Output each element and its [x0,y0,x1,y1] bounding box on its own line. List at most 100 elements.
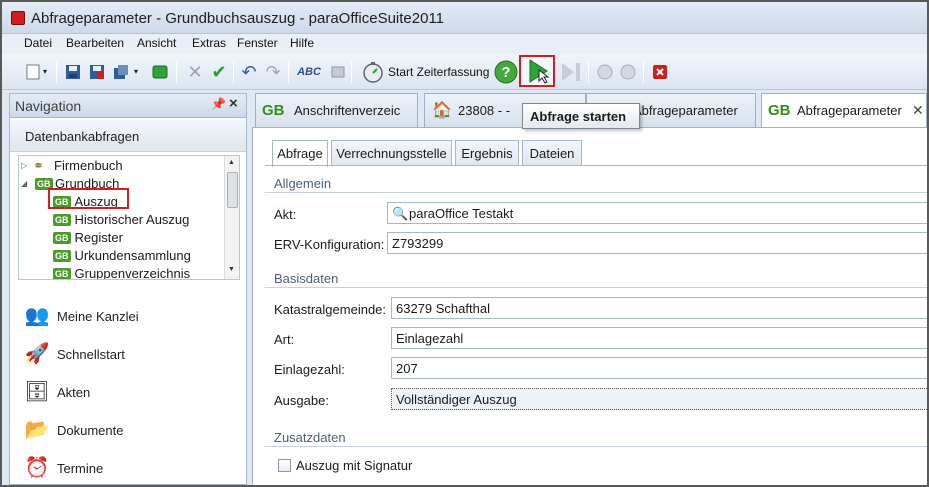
toolbar: ▾ ▾ ✕ ✔ ↶ ↷ ABC Start Zeiterfassung ? [2,54,927,90]
tab-anschriftenverzeichnis[interactable]: GB Anschriftenverzeic [255,93,418,127]
nav-label-schnellstart: Schnellstart [57,347,125,362]
navigation-header: Navigation 📌 × [10,94,246,118]
tree-label-firmenbuch: Firmenbuch [54,158,123,173]
search-icon[interactable]: 🔍 [392,206,408,222]
gb-icon: GB [53,268,71,279]
erv-label: ERV-Konfiguration: [274,237,385,252]
navigate-down-icon[interactable] [618,62,638,82]
navigation-title: Navigation [15,98,82,114]
spellcheck-icon[interactable]: ABC [296,62,322,82]
cancel-x-icon[interactable]: ✕ [185,62,205,82]
toolbar-separator [233,61,234,83]
tree-item-register[interactable]: GB Register [53,229,123,247]
katastralgemeinde-field[interactable]: 63279 Schafthal [391,297,927,319]
nav-dokumente[interactable]: 📂 Dokumente [24,415,242,445]
datenbankabfragen-header[interactable]: Datenbankabfragen [10,120,246,152]
folder-icon: 📂 [24,419,50,441]
tab-label: Anschriftenverzeic [294,103,401,118]
menu-hilfe[interactable]: Hilfe [290,36,314,50]
window-title: Abfrageparameter - Grundbuchsauszug - pa… [31,10,445,27]
tree-item-historischer-auszug[interactable]: GB Historischer Auszug [53,211,189,229]
save-dropdown-chevron-icon[interactable]: ▾ [131,62,141,82]
tree-item-urkundensammlung[interactable]: GB Urkundensammlung [53,247,191,265]
art-label: Art: [274,332,295,347]
close-red-icon[interactable] [650,62,670,82]
tree-label-urkundensammlung: Urkundensammlung [74,248,191,263]
tree-item-gruppenverzeichnis[interactable]: GB Gruppenverzeichnis [53,265,191,280]
gb-icon: GB [262,102,285,119]
ausgabe-label: Ausgabe: [274,393,329,408]
menu-fenster[interactable]: Fenster [237,36,278,50]
nav-label-akten: Akten [57,385,91,400]
akt-field[interactable]: 🔍paraOffice Testakt [387,202,927,224]
start-zeiterfassung-button[interactable]: Start Zeiterfassung [388,65,489,79]
collapse-arrow-icon[interactable]: ◢ [21,175,27,193]
tab-verrechnungsstelle[interactable]: Verrechnungsstelle [331,140,452,166]
nav-akten[interactable]: 🗄 Akten [24,377,242,407]
application-window: Abfrageparameter - Grundbuchsauszug - pa… [0,0,929,487]
menu-datei[interactable]: Datei [24,36,52,50]
close-navigation-icon[interactable]: × [229,95,238,112]
tab-abfrage[interactable]: Abfrage [272,140,328,167]
datenbankabfragen-title: Datenbankabfragen [25,129,140,144]
menu-extras[interactable]: Extras [192,36,226,50]
nav-termine[interactable]: ⏰ Termine [24,453,242,483]
art-field[interactable]: Einlagezahl [391,327,927,349]
save-as-icon[interactable] [111,62,131,82]
tab-label: Abfrageparameter [633,103,738,118]
new-dropdown-chevron-icon[interactable]: ▾ [40,62,50,82]
scroll-down-icon[interactable]: ▼ [228,266,235,273]
pin-icon[interactable]: 📌 [211,97,226,111]
tooltip-abfrage-starten: Abfrage starten [522,103,640,129]
navigate-up-icon[interactable] [595,62,615,82]
toolbar-separator [56,61,57,83]
tab-abfrageparameter-active[interactable]: GB Abfrageparameter ✕ [761,93,927,128]
section-zusatzdaten: Zusatzdaten [274,430,346,445]
tab-ergebnis[interactable]: Ergebnis [455,140,519,166]
gb-icon: GB [53,214,71,226]
scroll-up-icon[interactable]: ▲ [228,159,235,166]
menu-ansicht[interactable]: Ansicht [137,36,176,50]
nav-meine-kanzlei[interactable]: 👥 Meine Kanzlei [24,301,242,331]
chain-icon: ⚭ [33,158,44,173]
nav-label-dokumente: Dokumente [57,423,124,438]
help-icon[interactable]: ? [494,60,518,84]
rocket-icon: 🚀 [24,343,50,365]
nav-label-termine: Termine [57,461,104,476]
tree-label-historischer-auszug: Historischer Auszug [74,212,190,227]
section-basisdaten: Basisdaten [274,271,339,286]
katastral-label: Katastralgemeinde: [274,302,387,317]
expand-arrow-icon[interactable]: ▷ [21,157,27,175]
erv-konfiguration-field[interactable]: Z793299 [387,232,927,254]
section-divider [265,446,927,447]
abfrage-starten-button[interactable] [519,55,555,87]
step-end-icon[interactable] [559,60,583,84]
ausgabe-field[interactable]: Vollständiger Auszug [391,388,927,410]
tab-dateien[interactable]: Dateien [522,140,582,166]
print-preview-icon[interactable] [328,62,348,82]
redo-icon[interactable]: ↷ [263,62,283,82]
confirm-check-icon[interactable]: ✔ [209,62,229,82]
auszug-highlight-box [48,188,129,209]
stopwatch-icon[interactable] [361,60,385,84]
undo-icon[interactable]: ↶ [239,62,259,82]
app-icon [11,11,25,25]
signatur-checkbox[interactable] [278,459,291,472]
menu-bearbeiten[interactable]: Bearbeiten [66,36,124,50]
people-icon: 👥 [24,305,50,327]
gb-icon: GB [53,232,71,244]
toolbar-separator [288,61,289,83]
tree-label-gruppenverzeichnis: Gruppenverzeichnis [74,266,191,280]
scroll-thumb[interactable] [227,172,238,208]
nav-schnellstart[interactable]: 🚀 Schnellstart [24,339,242,369]
datenbank-tree: ▷ ⚭ Firmenbuch ◢ GB Grundbuch GB Auszug G… [18,155,240,280]
save-icon[interactable] [63,62,83,82]
green-square-icon[interactable] [150,62,170,82]
tab-close-icon[interactable]: ✕ [912,102,924,119]
tree-scrollbar[interactable]: ▲ ▼ [224,156,239,279]
save-close-icon[interactable] [87,62,107,82]
play-icon [529,59,550,84]
akt-value: paraOffice Testakt [409,206,514,221]
nav-label-meine-kanzlei: Meine Kanzlei [57,309,139,324]
einlagezahl-field[interactable]: 207 [391,357,927,379]
